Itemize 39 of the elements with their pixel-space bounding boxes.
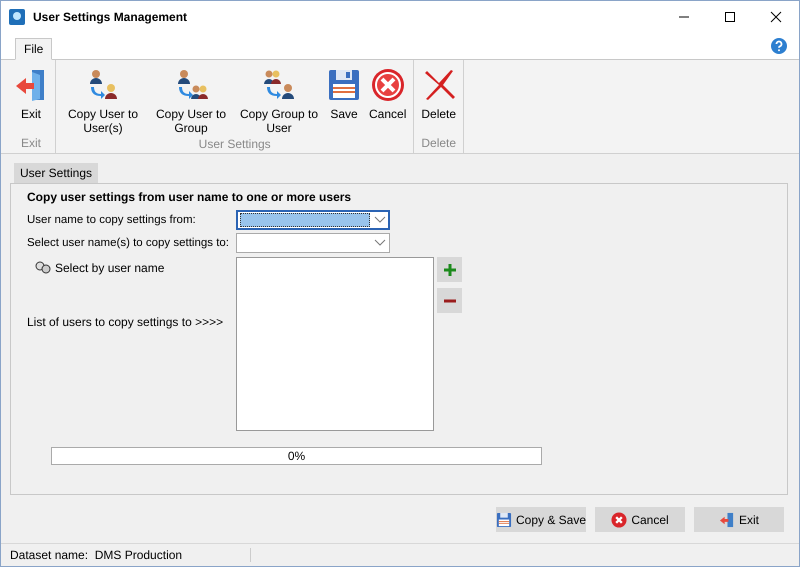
field-label: Select user name(s) to copy settings to:	[27, 236, 230, 248]
ribbon-button[interactable]: Delete	[417, 64, 460, 123]
dialog-button[interactable]: Exit	[694, 507, 784, 532]
ribbon-group-label: User Settings	[198, 137, 271, 153]
users-list[interactable]	[236, 257, 434, 431]
ribbon-group-label: Exit	[20, 136, 41, 152]
cancel-icon	[370, 68, 405, 102]
add-button[interactable]	[437, 257, 462, 282]
close-icon[interactable]	[770, 11, 782, 23]
file-tab[interactable]: File	[15, 38, 52, 60]
ribbon-button[interactable]: Copy Group to User	[235, 64, 323, 137]
select-by-label: Select by user name	[55, 261, 164, 275]
list-label: List of users to copy settings to >>>>	[27, 315, 224, 329]
app-icon	[9, 9, 25, 25]
page-tab[interactable]: User Settings	[14, 163, 98, 183]
users-icon	[35, 261, 51, 275]
ribbon-button[interactable]: Exit	[10, 64, 52, 123]
cancel-icon	[611, 512, 628, 528]
plus-icon	[444, 264, 456, 276]
exit-door-icon	[718, 512, 735, 528]
ribbon-button[interactable]: Copy User to Group	[147, 64, 235, 137]
ribbon-group-label: Delete	[421, 136, 456, 152]
user-dropdown[interactable]	[236, 210, 390, 230]
remove-button[interactable]	[437, 288, 462, 313]
maximize-icon[interactable]	[724, 11, 736, 23]
ribbon-button[interactable]: Cancel	[365, 64, 410, 123]
ribbon-button[interactable]: Save	[323, 64, 365, 123]
ribbon-button[interactable]: Copy User to User(s)	[59, 64, 147, 137]
dialog-button[interactable]: Copy & Save	[496, 507, 586, 532]
field-label: User name to copy settings from:	[27, 214, 197, 226]
group-to-user-icon	[262, 68, 296, 102]
form-heading: Copy user settings from user name to one or more users	[27, 190, 352, 204]
chevron-down-icon[interactable]	[374, 216, 386, 224]
progress-text: 0%	[288, 449, 306, 463]
help-icon[interactable]	[771, 38, 787, 54]
chevron-down-icon[interactable]	[374, 238, 386, 246]
dataset-name: Dataset name: DMS Production	[10, 548, 251, 562]
dialog-button[interactable]: Cancel	[595, 507, 685, 532]
window-title: User Settings Management	[33, 10, 188, 24]
